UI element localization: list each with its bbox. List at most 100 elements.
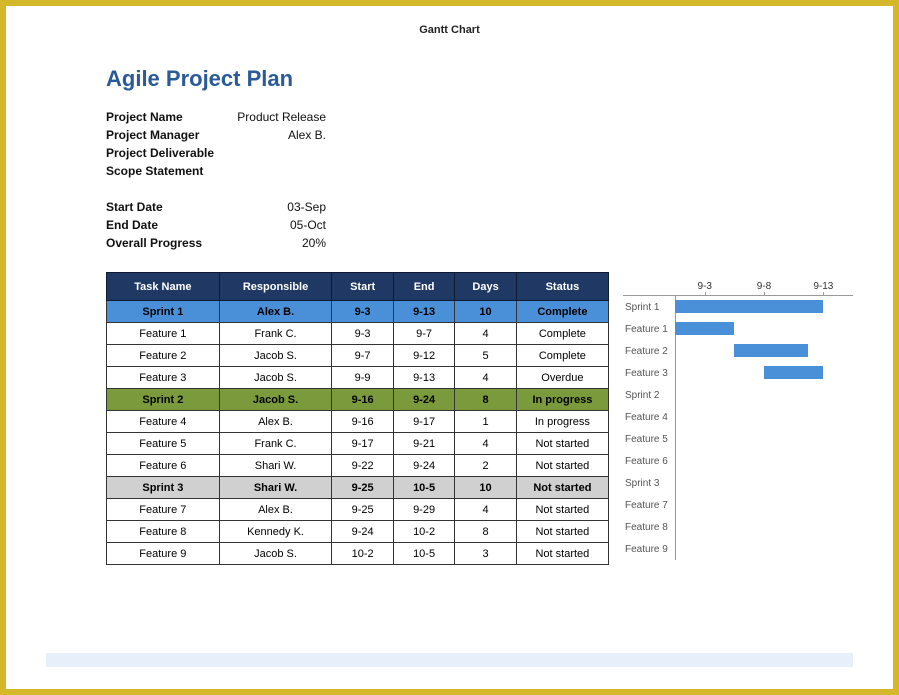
gantt-row-label: Feature 2 (623, 346, 675, 357)
meta-project-name-value: Product Release (236, 110, 326, 124)
cell-end: 9-24 (393, 455, 454, 477)
gantt-track (675, 296, 853, 318)
project-meta: Project Name Product Release Project Man… (106, 108, 853, 252)
cell-start: 9-3 (332, 323, 393, 345)
cell-status: In progress (516, 389, 608, 411)
table-row: Feature 7Alex B.9-259-294Not started (107, 499, 609, 521)
gantt-track (675, 340, 853, 362)
gantt-track (675, 494, 853, 516)
cell-task: Sprint 1 (107, 301, 220, 323)
th-end: End (393, 273, 454, 301)
cell-end: 9-7 (393, 323, 454, 345)
gantt-row: Feature 6 (623, 450, 853, 472)
cell-task: Feature 3 (107, 367, 220, 389)
cell-task: Feature 4 (107, 411, 220, 433)
gantt-bar (764, 366, 823, 379)
cell-status: Not started (516, 477, 608, 499)
table-row: Feature 1Frank C.9-39-74Complete (107, 323, 609, 345)
cell-days: 3 (455, 543, 516, 565)
cell-status: Not started (516, 433, 608, 455)
cell-days: 5 (455, 345, 516, 367)
table-row: Feature 6Shari W.9-229-242Not started (107, 455, 609, 477)
gantt-row: Feature 8 (623, 516, 853, 538)
cell-end: 10-2 (393, 521, 454, 543)
cell-task: Feature 7 (107, 499, 220, 521)
meta-project-manager-label: Project Manager (106, 128, 236, 142)
cell-responsible: Alex B. (219, 411, 332, 433)
gantt-track (675, 538, 853, 560)
table-row: Feature 3Jacob S.9-99-134Overdue (107, 367, 609, 389)
gantt-row-label: Feature 8 (623, 522, 675, 533)
cell-task: Feature 8 (107, 521, 220, 543)
meta-deliverable-label: Project Deliverable (106, 146, 236, 160)
gantt-row-label: Feature 4 (623, 412, 675, 423)
table-row: Feature 9Jacob S.10-210-53Not started (107, 543, 609, 565)
gantt-track (675, 516, 853, 538)
th-responsible: Responsible (219, 273, 332, 301)
gantt-bar (675, 322, 734, 335)
cell-days: 2 (455, 455, 516, 477)
gantt-row-label: Sprint 1 (623, 302, 675, 313)
gantt-track (675, 318, 853, 340)
gantt-row: Sprint 1 (623, 296, 853, 318)
gantt-row-label: Feature 9 (623, 544, 675, 555)
gantt-track (675, 384, 853, 406)
gantt-track (675, 428, 853, 450)
cell-end: 9-13 (393, 367, 454, 389)
cell-responsible: Kennedy K. (219, 521, 332, 543)
cell-status: Complete (516, 323, 608, 345)
th-task: Task Name (107, 273, 220, 301)
gantt-row-label: Sprint 2 (623, 390, 675, 401)
gantt-track (675, 472, 853, 494)
gantt-bar (675, 300, 823, 313)
cell-end: 10-5 (393, 477, 454, 499)
gantt-row-label: Feature 7 (623, 500, 675, 511)
cell-task: Feature 1 (107, 323, 220, 345)
cell-responsible: Jacob S. (219, 367, 332, 389)
th-status: Status (516, 273, 608, 301)
cell-responsible: Frank C. (219, 323, 332, 345)
cell-days: 1 (455, 411, 516, 433)
gantt-row: Feature 1 (623, 318, 853, 340)
cell-end: 9-29 (393, 499, 454, 521)
gantt-row: Feature 7 (623, 494, 853, 516)
meta-progress-value: 20% (236, 236, 326, 250)
gantt-track (675, 450, 853, 472)
gantt-row: Feature 3 (623, 362, 853, 384)
cell-end: 9-13 (393, 301, 454, 323)
cell-task: Feature 2 (107, 345, 220, 367)
gantt-body: Sprint 1 Feature 1 Feature 2 Feature 3 Sprin… (623, 296, 853, 560)
table-row: Sprint 1Alex B.9-39-1310Complete (107, 301, 609, 323)
cell-end: 9-21 (393, 433, 454, 455)
task-table-header-row: Task Name Responsible Start End Days Sta… (107, 273, 609, 301)
cell-status: In progress (516, 411, 608, 433)
cell-task: Feature 5 (107, 433, 220, 455)
table-row: Feature 5Frank C.9-179-214Not started (107, 433, 609, 455)
cell-status: Complete (516, 301, 608, 323)
gantt-tick: 9-3 (675, 281, 734, 292)
cell-task: Feature 6 (107, 455, 220, 477)
meta-start-label: Start Date (106, 200, 236, 214)
cell-status: Not started (516, 521, 608, 543)
gantt-tick: 9-8 (734, 281, 793, 292)
cell-days: 10 (455, 301, 516, 323)
gantt-row-label: Feature 1 (623, 324, 675, 335)
table-row: Feature 4Alex B.9-169-171In progress (107, 411, 609, 433)
gantt-row: Sprint 2 (623, 384, 853, 406)
cell-end: 9-12 (393, 345, 454, 367)
cell-status: Complete (516, 345, 608, 367)
cell-responsible: Jacob S. (219, 389, 332, 411)
cell-end: 9-17 (393, 411, 454, 433)
cell-task: Sprint 2 (107, 389, 220, 411)
cell-days: 4 (455, 367, 516, 389)
gantt-bar (734, 344, 808, 357)
cell-responsible: Jacob S. (219, 543, 332, 565)
cell-end: 10-5 (393, 543, 454, 565)
cell-responsible: Shari W. (219, 455, 332, 477)
cell-start: 9-22 (332, 455, 393, 477)
task-table: Task Name Responsible Start End Days Sta… (106, 272, 609, 565)
meta-progress-label: Overall Progress (106, 236, 236, 250)
footer-band (46, 653, 853, 667)
project-title: Agile Project Plan (106, 66, 853, 92)
gantt-chart: 9-39-89-13 Sprint 1Feature 1Feature 2Fea… (623, 272, 853, 565)
